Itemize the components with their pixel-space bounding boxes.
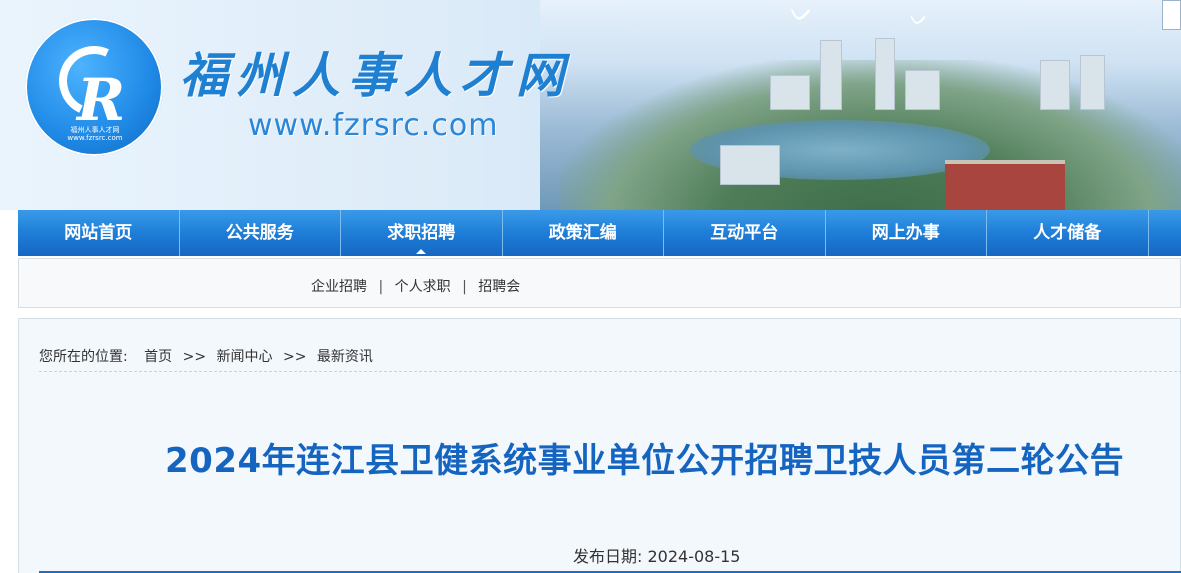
sub-nav: 企业招聘 | 个人求职 | 招聘会 (18, 258, 1181, 308)
banner-building (820, 40, 842, 110)
breadcrumb-latest-news[interactable]: 最新资讯 (317, 349, 373, 365)
nav-item-policy[interactable]: 政策汇编 (503, 210, 664, 256)
site-header: ᨆ ᨆ R 福州人事人才网 www.fzrsrc.com 福州人事人才网 www… (0, 0, 1181, 210)
banner-building (770, 75, 810, 110)
bird-icon: ᨆ (910, 6, 929, 30)
publish-date-label: 发布日期: (573, 547, 643, 566)
site-title: 福州人事人才网 (180, 48, 573, 104)
nav-item-interaction[interactable]: 互动平台 (664, 210, 826, 256)
breadcrumb-home[interactable]: 首页 (144, 349, 172, 365)
sub-nav-links: 企业招聘 | 个人求职 | 招聘会 (311, 276, 520, 296)
logo-caption-url: www.fzrsrc.com (67, 134, 123, 142)
nav-item-online-service[interactable]: 网上办事 (826, 210, 987, 256)
logo-caption-name: 福州人事人才网 (70, 126, 120, 134)
header-corner-box (1162, 0, 1181, 30)
nav-item-talent-reserve[interactable]: 人才储备 (987, 210, 1149, 256)
sub-nav-separator: | (378, 279, 384, 295)
sub-nav-personal-job-seeking[interactable]: 个人求职 (395, 279, 451, 295)
nav-item-public-service[interactable]: 公共服务 (180, 210, 341, 256)
breadcrumb-news-center[interactable]: 新闻中心 (217, 349, 273, 365)
sub-nav-enterprise-recruitment[interactable]: 企业招聘 (311, 279, 367, 295)
breadcrumb-label: 您所在的位置: (39, 349, 128, 365)
bird-icon: ᨆ (790, 0, 814, 28)
breadcrumb-arrow: >> (283, 349, 307, 365)
nav-item-home[interactable]: 网站首页 (18, 210, 180, 256)
publish-date-value: 2024-08-15 (647, 547, 741, 566)
breadcrumb: 您所在的位置: 首页 >> 新闻中心 >> 最新资讯 (39, 346, 373, 366)
site-url: www.fzrsrc.com (248, 108, 499, 143)
main-nav: 网站首页 公共服务 求职招聘 政策汇编 互动平台 网上办事 人才储备 (18, 210, 1181, 256)
banner-building (875, 38, 895, 110)
sub-nav-separator: | (462, 279, 467, 295)
sub-nav-job-fair[interactable]: 招聘会 (478, 279, 520, 295)
banner-building (720, 145, 780, 185)
article-panel: 您所在的位置: 首页 >> 新闻中心 >> 最新资讯 2024年连江县卫健系统事… (18, 318, 1181, 573)
banner-building (1040, 60, 1070, 110)
logo-caption: 福州人事人才网 www.fzrsrc.com (55, 126, 135, 142)
logo-r-icon: R (77, 66, 126, 134)
article-title: 2024年连江县卫健系统事业单位公开招聘卫技人员第二轮公告 (165, 441, 1125, 481)
breadcrumb-divider (39, 371, 1181, 372)
banner-building (905, 70, 940, 110)
banner-building (1080, 55, 1105, 110)
nav-item-job-recruitment[interactable]: 求职招聘 (341, 210, 503, 256)
breadcrumb-arrow: >> (182, 349, 207, 365)
banner-red-building (945, 160, 1065, 210)
site-logo[interactable]: R 福州人事人才网 www.fzrsrc.com (25, 18, 163, 156)
publish-date: 发布日期: 2024-08-15 (573, 543, 740, 567)
